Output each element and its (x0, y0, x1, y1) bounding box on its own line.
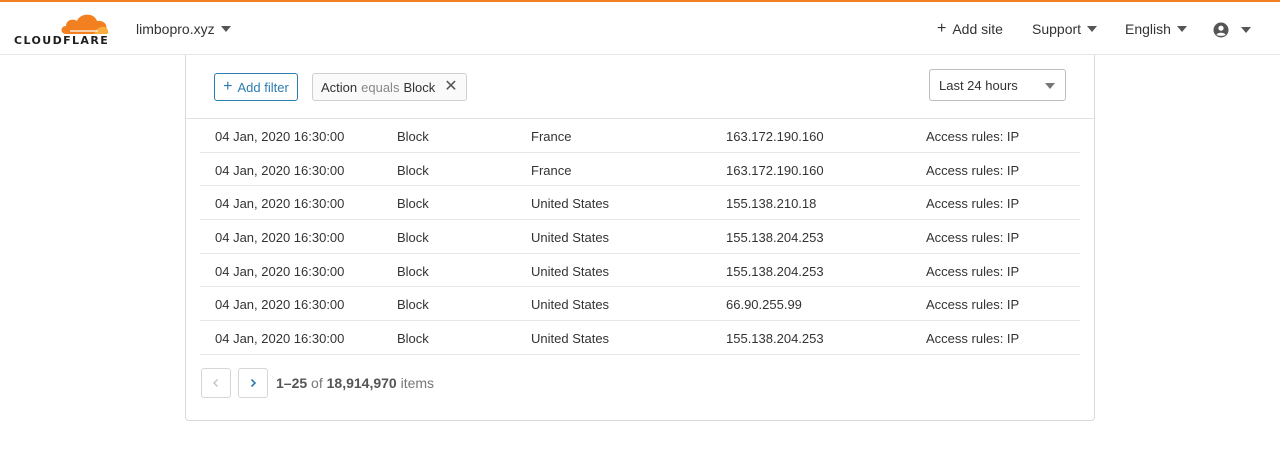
cell-ip: 155.138.210.18 (726, 196, 817, 212)
cell-country: United States (531, 297, 610, 313)
cell-country: United States (531, 331, 610, 347)
cloudflare-logo[interactable]: CLOUDFLARE (14, 10, 114, 48)
table-row[interactable]: 04 Jan, 2020 16:30:00 Block United State… (200, 287, 1080, 322)
cell-ip: 155.138.204.253 (726, 331, 824, 347)
cell-date: 04 Jan, 2020 16:30:00 (215, 263, 345, 279)
add-site-label: Add site (952, 21, 1003, 37)
table-row[interactable]: 04 Jan, 2020 16:30:00 Block United State… (200, 254, 1080, 288)
logo-wordmark: CLOUDFLARE (14, 34, 110, 47)
pagination-total: 18,914,970 (326, 375, 397, 391)
cell-country: France (531, 129, 572, 144)
language-menu[interactable]: English (1125, 21, 1187, 37)
cell-date: 04 Jan, 2020 16:30:00 (215, 331, 345, 347)
next-page-button[interactable] (238, 368, 268, 398)
previous-page-button[interactable] (201, 368, 231, 398)
cell-date: 04 Jan, 2020 16:30:00 (215, 162, 345, 178)
cell-country: United States (531, 263, 610, 279)
user-avatar-icon (1213, 22, 1229, 38)
cell-country: France (531, 162, 572, 178)
site-name: limbopro.xyz (136, 21, 215, 37)
add-filter-label: Add filter (237, 79, 289, 95)
time-range-select[interactable]: Last 24 hours (929, 69, 1066, 101)
table-row[interactable]: 04 Jan, 2020 16:30:00 Block France 163.1… (200, 153, 1080, 187)
filter-operator: equals (361, 79, 400, 95)
cell-action: Block (397, 129, 429, 144)
pagination-unit: items (400, 375, 435, 391)
pagination-of: of (311, 375, 323, 391)
add-filter-button[interactable]: + Add filter (214, 73, 298, 101)
top-navigation-bar: CLOUDFLARE limbopro.xyz + Add site Suppo… (0, 0, 1280, 55)
add-site-button[interactable]: + Add site (937, 20, 1003, 38)
filter-chip: Action equals Block ✕ (312, 73, 467, 101)
cell-date: 04 Jan, 2020 16:30:00 (215, 129, 345, 144)
table-row[interactable]: 04 Jan, 2020 16:30:00 Block United State… (200, 321, 1080, 355)
chevron-down-icon (1176, 26, 1187, 32)
cell-ip: 155.138.204.253 (726, 230, 824, 246)
plus-icon: + (223, 78, 233, 95)
cell-country: United States (531, 230, 610, 246)
cloud-logo-icon (61, 14, 109, 34)
pagination-summary: 1–25 of 18,914,970 items (276, 375, 434, 391)
time-range-value: Last 24 hours (939, 77, 1018, 93)
cell-ip: 66.90.255.99 (726, 297, 802, 313)
chevron-down-icon (220, 26, 231, 32)
support-menu[interactable]: Support (1032, 21, 1098, 37)
cell-ip: 163.172.190.160 (726, 162, 824, 178)
cell-service: Access rules: IP (926, 230, 1020, 246)
cell-date: 04 Jan, 2020 16:30:00 (215, 297, 345, 313)
chevron-down-icon (1045, 83, 1055, 89)
cell-service: Access rules: IP (926, 331, 1020, 347)
cell-service: Access rules: IP (926, 129, 1020, 144)
pagination-range: 1–25 (276, 375, 308, 391)
cell-date: 04 Jan, 2020 16:30:00 (215, 230, 345, 246)
chevron-down-icon (1241, 27, 1251, 33)
support-label: Support (1032, 21, 1082, 37)
cell-service: Access rules: IP (926, 297, 1020, 313)
plus-icon: + (937, 20, 947, 37)
user-menu[interactable] (1213, 22, 1251, 38)
cell-ip: 163.172.190.160 (726, 129, 824, 144)
cell-action: Block (397, 263, 429, 279)
events-table: 04 Jan, 2020 16:30:00 Block France 163.1… (186, 118, 1094, 355)
cell-service: Access rules: IP (926, 196, 1020, 212)
chevron-right-icon (250, 378, 257, 388)
language-label: English (1125, 21, 1171, 37)
table-row[interactable]: 04 Jan, 2020 16:30:00 Block United State… (200, 186, 1080, 221)
cell-service: Access rules: IP (926, 263, 1020, 279)
close-icon[interactable]: ✕ (444, 79, 457, 95)
site-selector[interactable]: limbopro.xyz (136, 21, 231, 37)
table-row[interactable]: 04 Jan, 2020 16:30:00 Block France 163.1… (200, 119, 1080, 153)
cell-ip: 155.138.204.253 (726, 263, 824, 279)
cell-country: United States (531, 196, 610, 212)
cell-action: Block (397, 230, 429, 246)
table-row[interactable]: 04 Jan, 2020 16:30:00 Block United State… (200, 220, 1080, 254)
cell-service: Access rules: IP (926, 162, 1020, 178)
events-card: + Add filter Action equals Block ✕ Last … (185, 55, 1095, 421)
filter-value: Block (403, 79, 436, 95)
filter-field: Action (321, 79, 358, 95)
cell-action: Block (397, 331, 429, 347)
cell-action: Block (397, 196, 429, 212)
chevron-down-icon (1087, 26, 1098, 32)
chevron-left-icon (213, 379, 218, 387)
pagination: 1–25 of 18,914,970 items (201, 368, 434, 398)
cell-action: Block (397, 297, 429, 313)
cell-date: 04 Jan, 2020 16:30:00 (215, 196, 345, 212)
cell-action: Block (397, 162, 429, 178)
